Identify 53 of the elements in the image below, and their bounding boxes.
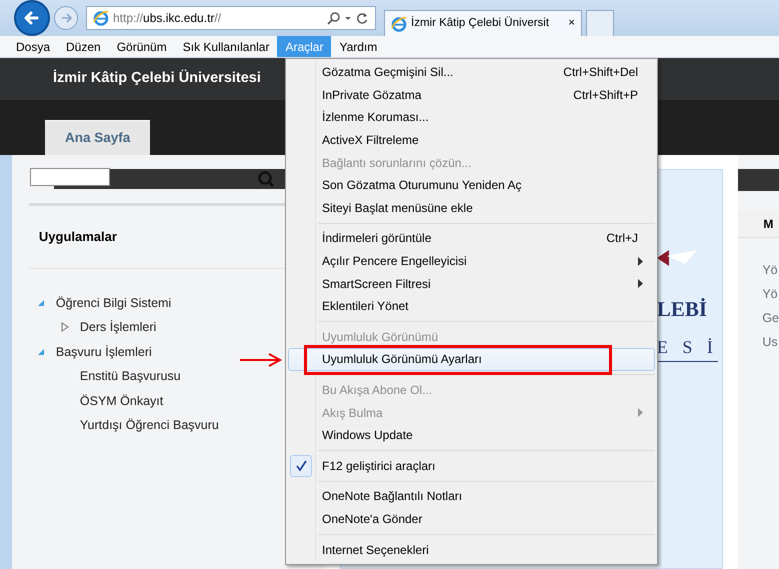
pointer-arrow <box>239 352 283 368</box>
nav-tab[interactable]: Ana Sayfa <box>45 120 150 155</box>
tree-item[interactable]: Ders İşlemleri <box>80 315 156 340</box>
back-button[interactable] <box>14 0 50 36</box>
address-bar[interactable]: http://ubs.ikc.edu.tr// <box>86 6 376 30</box>
panel-link[interactable]: Yö <box>738 282 779 306</box>
menu-item[interactable]: Eklentileri Yönet <box>288 294 655 318</box>
dropdown-caret-icon[interactable] <box>344 14 352 22</box>
expanded-triangle-icon[interactable] <box>36 348 45 356</box>
menu-bar-item[interactable]: Görünüm <box>108 36 175 57</box>
panel-heading: M <box>738 211 779 237</box>
tree-item[interactable]: ÖSYM Önkayıt <box>80 388 164 413</box>
menu-item[interactable]: Windows Update <box>288 424 655 446</box>
forward-button[interactable] <box>54 6 78 30</box>
menu-item[interactable]: F12 geliştirici araçları <box>288 454 655 478</box>
panel-link[interactable]: Yö <box>738 258 779 282</box>
menu-bar-item[interactable]: Yardım <box>331 36 386 57</box>
expanded-triangle-icon[interactable] <box>36 298 45 307</box>
browser-logo-icon <box>391 16 407 32</box>
search-field[interactable] <box>30 168 110 186</box>
new-tab-button[interactable] <box>586 10 614 36</box>
collapsed-triangle-icon[interactable] <box>60 322 70 332</box>
refresh-icon[interactable] <box>356 12 369 24</box>
site-title: İzmir Kâtip Çelebi Üniversitesi <box>53 68 261 88</box>
menu-item[interactable]: Internet Seçenekleri <box>288 538 655 561</box>
tree-item[interactable]: Öğrenci Bilgi Sistemi <box>56 290 172 315</box>
search-icon[interactable] <box>327 12 340 24</box>
tree-item[interactable]: Başvuru İşlemleri <box>56 340 152 364</box>
tree-item[interactable]: Yurtdışı Öğrenci Başvuru <box>80 413 219 438</box>
panel-header-bar <box>738 169 779 191</box>
menu-item[interactable]: Son Gözatma Oturumunu Yeniden Aç <box>288 174 655 197</box>
url-text: http://ubs.ikc.edu.tr// <box>113 10 222 27</box>
panel-link[interactable]: Ge <box>738 306 779 330</box>
forward-arrow-icon <box>60 12 72 24</box>
browser-logo-icon <box>93 10 109 26</box>
logo-emblem-icon <box>656 250 697 266</box>
panel-link[interactable]: Us <box>738 330 779 354</box>
logo-text: LEBİ <box>656 296 708 323</box>
menu-item[interactable]: OneNote Bağlantılı Notları <box>288 485 655 508</box>
menu-item[interactable]: ActiveX Filtreleme <box>288 128 655 152</box>
back-arrow-icon <box>24 10 40 26</box>
menu-item[interactable]: İzlenme Koruması... <box>288 106 655 129</box>
close-tab-button[interactable]: × <box>568 14 575 32</box>
tree-item[interactable]: Enstitü Başvurusu <box>80 364 181 388</box>
menu-item[interactable]: InPrivate Gözatma Ctrl+Shift+P <box>288 84 655 106</box>
menu-bar-item[interactable]: Düzen <box>58 36 109 57</box>
browser-tab[interactable]: İzmir Kâtip Çelebi Üniversit × <box>384 10 582 36</box>
menu-item[interactable]: SmartScreen Filtresi <box>288 272 655 295</box>
menu-bar-item[interactable]: Sık Kullanılanlar <box>174 36 278 57</box>
menu-item[interactable]: Gözatma Geçmişini Sil... Ctrl+Shift+Del <box>288 61 655 84</box>
menu-item[interactable]: OneNote'a Gönder <box>288 508 655 530</box>
menu-bar-item[interactable]: Dosya <box>8 36 58 57</box>
tab-title: İzmir Kâtip Çelebi Üniversit <box>411 15 550 31</box>
